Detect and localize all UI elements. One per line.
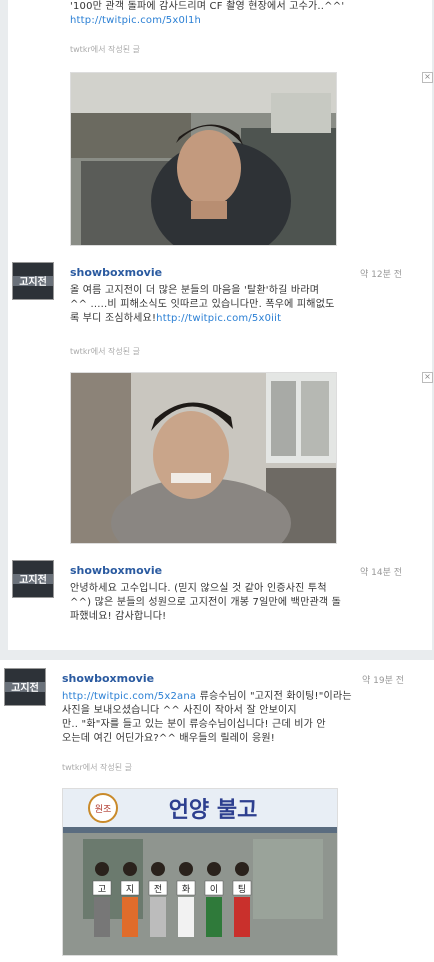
username-link[interactable]: showboxmovie [62, 672, 154, 685]
tweet-text-line: 오는데 여긴 어딘가요?^^ 배우들의 릴레이 응원! [62, 733, 275, 744]
tweet-text-line: 파했네요! 감사합니다! [70, 611, 167, 622]
tweet-photo[interactable] [70, 72, 337, 246]
close-icon[interactable]: × [422, 72, 433, 83]
avatar[interactable]: 고지전 [4, 668, 46, 706]
timestamp[interactable]: 약 12분 전 [360, 267, 402, 280]
via-label: twtkr에서 작성된 글 [70, 347, 140, 356]
tweet-photo[interactable]: 원조 언양 불고 고 지 전 화 이 팅 [62, 788, 338, 956]
tweet-link[interactable]: http://twitpic.com/5x2ana [62, 691, 196, 702]
held-letter: 지 [126, 884, 134, 895]
tweet-panel-4: 고지전 showboxmovie 약 19분 전 http://twitpic.… [0, 660, 434, 962]
sign-circle-text: 원조 [95, 804, 112, 815]
timestamp[interactable]: 약 19분 전 [362, 673, 404, 686]
timestamp[interactable]: 약 14분 전 [360, 565, 402, 578]
tweet-panel-1: '100만 관객 돌파에 감사드리며 CF 촬영 현장에서 고수가..^^' h… [8, 0, 433, 256]
held-letter: 고 [98, 885, 106, 895]
username-link[interactable]: showboxmovie [70, 564, 162, 577]
restaurant-sign: 언양 불고 [169, 798, 258, 823]
tweet-text-line: 사진을 보내오셨습니다 ^^ 사진이 작아서 잘 안보이지 [62, 705, 297, 716]
tweet-text-line: '100만 관객 돌파에 감사드리며 CF 촬영 현장에서 고수가..^^' [70, 1, 345, 12]
close-icon[interactable]: × [422, 372, 433, 383]
tweet-text: 올 여름 고지전이 더 많은 분들의 마음을 '탈환'하길 바라며 ^^ ...… [70, 284, 420, 326]
tweet-text-line: 올 여름 고지전이 더 많은 분들의 마음을 '탈환'하길 바라며 [70, 285, 320, 296]
held-letter: 이 [210, 884, 218, 895]
held-letter: 화 [182, 884, 190, 895]
via-label: twtkr에서 작성된 글 [70, 45, 140, 54]
avatar-title: 고지전 [11, 683, 39, 694]
tweet-link[interactable]: http://twitpic.com/5x0l1h [70, 15, 201, 26]
avatar-title: 고지전 [19, 575, 47, 586]
tweet-link[interactable]: http://twitpic.com/5x0iit [156, 313, 281, 324]
tweet-text: 안녕하세요 고수입니다. (믿지 않으실 것 같아 인증사진 투척 ^^) 많은… [70, 582, 420, 624]
avatar[interactable]: 고지전 [12, 262, 54, 300]
avatar-title: 고지전 [19, 277, 47, 288]
tweet-text-line: 안녕하세요 고수입니다. (믿지 않으실 것 같아 인증사진 투척 [70, 583, 327, 594]
photo-group-storefront: 원조 언양 불고 고 지 전 화 이 팅 [63, 789, 337, 955]
tweet-text-line: 만.. "화"자를 들고 있는 분이 류승수님이십니다! 근데 비가 안 [62, 719, 326, 730]
tweet-photo[interactable] [70, 372, 337, 544]
avatar[interactable]: 고지전 [12, 560, 54, 598]
tweet-text-line: 록 부디 조심하세요! [70, 313, 157, 324]
tweet-text-line: 류승수님이 "고지전 화이팅!"이라는 [199, 691, 352, 702]
tweet-text: http://twitpic.com/5x2ana 류승수님이 "고지전 화이팅… [62, 690, 424, 746]
via-label: twtkr에서 작성된 글 [62, 763, 132, 772]
tweet-panel-2: 고지전 showboxmovie 약 12분 전 올 여름 고지전이 더 많은 … [8, 256, 433, 554]
tweet-text: '100만 관객 돌파에 감사드리며 CF 촬영 현장에서 고수가..^^' h… [70, 0, 420, 28]
photo-office-selfie [71, 73, 336, 245]
username-link[interactable]: showboxmovie [70, 266, 162, 279]
tweet-text-line: ^^ .....비 피해소식도 잇따르고 있습니다만. 폭우에 피해없도 [70, 299, 335, 310]
tweet-text-line: ^^) 많은 분들의 성원으로 고지전이 개봉 7일만에 백만관객 돌 [70, 597, 342, 608]
held-letter: 팅 [238, 884, 246, 895]
photo-selfie-window [71, 373, 336, 543]
held-letter: 전 [154, 884, 162, 895]
tweet-panel-3: 고지전 showboxmovie 약 14분 전 안녕하세요 고수입니다. (믿… [8, 554, 432, 650]
